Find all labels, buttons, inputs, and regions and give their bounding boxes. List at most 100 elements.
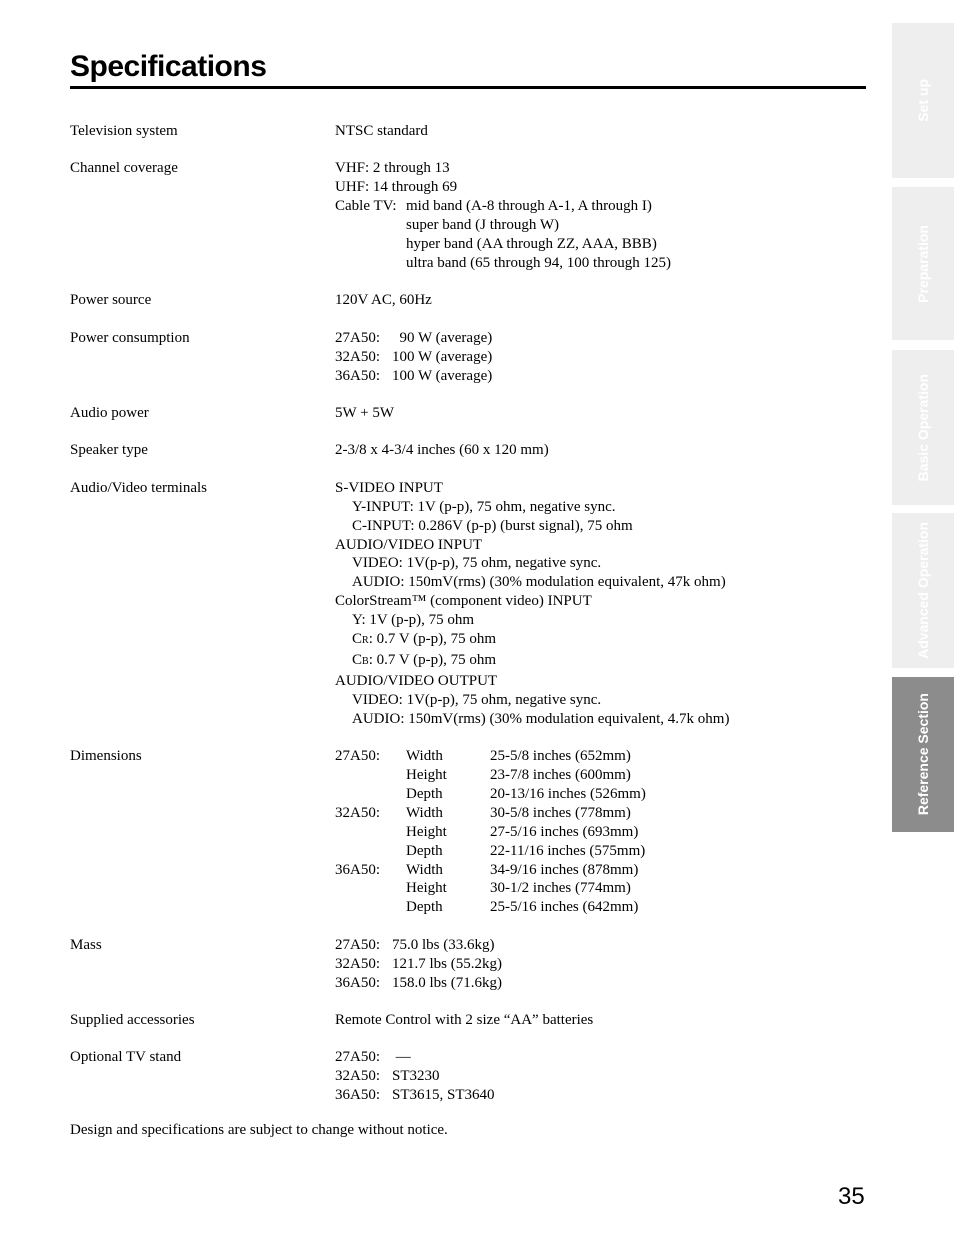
spec-optional-stand: Optional TV stand 27A50: — 32A50: ST3230 … xyxy=(70,1048,870,1105)
title-rule xyxy=(70,86,866,89)
dimension-row: Depth 22-11/16 inches (575mm) xyxy=(335,842,870,861)
cb-prefix: C xyxy=(352,651,363,668)
cr-prefix: C xyxy=(352,631,363,648)
spec-mass: Mass 27A50: 75.0 lbs (33.6kg) 32A50: 121.7… xyxy=(70,936,870,993)
dimension-value: 25-5/16 inches (642mm) xyxy=(490,899,639,916)
dimension-value: 25-5/8 inches (652mm) xyxy=(490,748,631,765)
model-name: 27A50: xyxy=(335,329,380,346)
dimension-value: 34-9/16 inches (878mm) xyxy=(490,861,639,878)
dimension-key: Depth xyxy=(406,785,443,802)
model-name: 32A50: xyxy=(335,348,380,365)
terminal-detail: VIDEO: 1V(p-p), 75 ohm, negative sync. xyxy=(352,555,602,572)
model-name: 36A50: xyxy=(335,1087,380,1104)
model-value-row: 27A50: 90 W (average) xyxy=(335,329,870,348)
model-value-row: 27A50: 75.0 lbs (33.6kg) xyxy=(335,936,870,955)
dimension-row: 36A50: Width 34-9/16 inches (878mm) xyxy=(335,861,870,880)
dimension-model: 27A50: xyxy=(335,748,380,765)
spec-dimensions: Dimensions 27A50: Width 25-5/8 inches (652… xyxy=(70,747,870,917)
cr-value: : 0.7 V (p-p), 75 ohm xyxy=(368,631,497,648)
model-value-row: 36A50: 158.0 lbs (71.6kg) xyxy=(335,974,870,993)
cable-band: mid band (A-8 through A-1, A through I) xyxy=(406,198,652,215)
dimension-key: Height xyxy=(406,766,447,783)
dimension-key: Height xyxy=(406,823,447,840)
spec-label: Supplied accessories xyxy=(70,1011,195,1028)
terminal-heading: AUDIO/VIDEO INPUT xyxy=(335,536,483,553)
terminal-detail: Y: 1V (p-p), 75 ohm xyxy=(352,612,475,629)
spec-label: Speaker type xyxy=(70,442,148,459)
tab-label: Reference Section xyxy=(915,693,931,816)
model-name: 27A50: xyxy=(335,1049,380,1066)
spec-value: NTSC standard xyxy=(335,123,428,139)
spec-value: 2-3/8 x 4-3/4 inches (60 x 120 mm) xyxy=(335,442,549,459)
dimension-values: 27A50: Width 25-5/8 inches (652mm) Height 23… xyxy=(335,747,870,917)
spec-av-terminals: Audio/Video terminals S-VIDEO INPUT Y-IN… xyxy=(70,479,870,729)
dimension-value: 30-5/8 inches (778mm) xyxy=(490,804,631,821)
dimension-value: 20-13/16 inches (526mm) xyxy=(490,785,646,802)
dimension-model: 36A50: xyxy=(335,861,380,878)
spec-value-vhf: VHF: 2 through 13 xyxy=(335,160,450,177)
specifications-list: Television system NTSC standard Channel … xyxy=(70,122,870,1124)
model-name: 32A50: xyxy=(335,1068,380,1085)
spec-power-consumption: Power consumption 27A50: 90 W (average) … xyxy=(70,329,870,386)
spec-value: Remote Control with 2 size “AA” batterie… xyxy=(335,1011,594,1028)
dimension-row: Depth 25-5/16 inches (642mm) xyxy=(335,898,870,917)
terminal-detail: AUDIO: 150mV(rms) (30% modulation equiva… xyxy=(352,574,726,591)
tab-label: Basic Operation xyxy=(915,373,931,482)
dimension-value: 30-1/2 inches (774mm) xyxy=(490,880,631,897)
page-number: 35 xyxy=(838,1183,865,1210)
spec-label: Mass xyxy=(70,936,102,953)
model-name: 36A50: xyxy=(335,974,380,991)
tab-preparation[interactable]: Preparation xyxy=(892,187,954,340)
change-notice: Design and specifications are subject to… xyxy=(70,1122,448,1138)
cable-band: hyper band (AA through ZZ, AAA, BBB) xyxy=(406,236,657,253)
terminal-detail: CR: 0.7 V (p-p), 75 ohm xyxy=(335,630,870,651)
spec-speaker-type: Speaker type 2-3/8 x 4-3/4 inches (60 x … xyxy=(70,441,870,460)
tab-set-up[interactable]: Set up xyxy=(892,23,954,178)
page-title: Specifications xyxy=(70,50,267,83)
spec-label: Power source xyxy=(70,292,152,309)
model-value: 121.7 lbs (55.2kg) xyxy=(392,955,502,972)
spec-value: 5W + 5W xyxy=(335,404,395,421)
dimension-row: Height 30-1/2 inches (774mm) xyxy=(335,879,870,898)
dimension-row: Height 23-7/8 inches (600mm) xyxy=(335,766,870,785)
dimension-row: Height 27-5/16 inches (693mm) xyxy=(335,823,870,842)
tab-label: Set up xyxy=(915,79,931,122)
model-value-row: 32A50: 121.7 lbs (55.2kg) xyxy=(335,955,870,974)
spec-label: Audio/Video terminals xyxy=(70,479,207,496)
dimension-key: Depth xyxy=(406,899,443,916)
spec-television-system: Television system NTSC standard xyxy=(70,122,870,141)
model-name: 27A50: xyxy=(335,936,380,953)
model-value: 75.0 lbs (33.6kg) xyxy=(392,936,495,953)
model-value-row: 36A50: ST3615, ST3640 xyxy=(335,1086,870,1105)
model-value: 100 W (average) xyxy=(392,367,493,384)
model-value: — xyxy=(392,1049,411,1066)
cr-subscript: R xyxy=(362,635,369,647)
cable-band: ultra band (65 through 94, 100 through 1… xyxy=(406,254,671,271)
tab-reference-section[interactable]: Reference Section xyxy=(892,677,954,832)
spec-power-source: Power source 120V AC, 60Hz xyxy=(70,291,870,310)
spec-value: 120V AC, 60Hz xyxy=(335,292,432,309)
cb-subscript: B xyxy=(362,655,369,667)
spec-value-uhf: UHF: 14 through 69 xyxy=(335,179,458,196)
dimension-value: 22-11/16 inches (575mm) xyxy=(490,842,646,859)
dimension-row: 27A50: Width 25-5/8 inches (652mm) xyxy=(335,747,870,766)
model-name: 36A50: xyxy=(335,367,380,384)
spec-audio-power: Audio power 5W + 5W xyxy=(70,404,870,423)
spec-label: Television system xyxy=(70,123,178,139)
spec-channel-coverage: Channel coverage VHF: 2 through 13 UHF: … xyxy=(70,159,870,272)
spec-label: Channel coverage xyxy=(70,160,178,177)
dimension-row: 32A50: Width 30-5/8 inches (778mm) xyxy=(335,804,870,823)
tab-advanced-operation[interactable]: Advanced Operation xyxy=(892,513,954,668)
cable-band: super band (J through W) xyxy=(406,217,560,234)
terminal-detail: Y-INPUT: 1V (p-p), 75 ohm, negative sync… xyxy=(352,498,616,515)
terminal-heading: AUDIO/VIDEO OUTPUT xyxy=(335,672,498,689)
spec-label: Dimensions xyxy=(70,748,142,765)
terminal-detail: AUDIO: 150mV(rms) (30% modulation equiva… xyxy=(352,710,730,727)
tab-label: Advanced Operation xyxy=(915,522,931,659)
terminal-heading: S-VIDEO INPUT xyxy=(335,479,443,496)
dimension-value: 27-5/16 inches (693mm) xyxy=(490,823,639,840)
tab-basic-operation[interactable]: Basic Operation xyxy=(892,350,954,505)
dimension-row: Depth 20-13/16 inches (526mm) xyxy=(335,785,870,804)
dimension-value: 23-7/8 inches (600mm) xyxy=(490,766,631,783)
model-value-row: 32A50: 100 W (average) xyxy=(335,348,870,367)
